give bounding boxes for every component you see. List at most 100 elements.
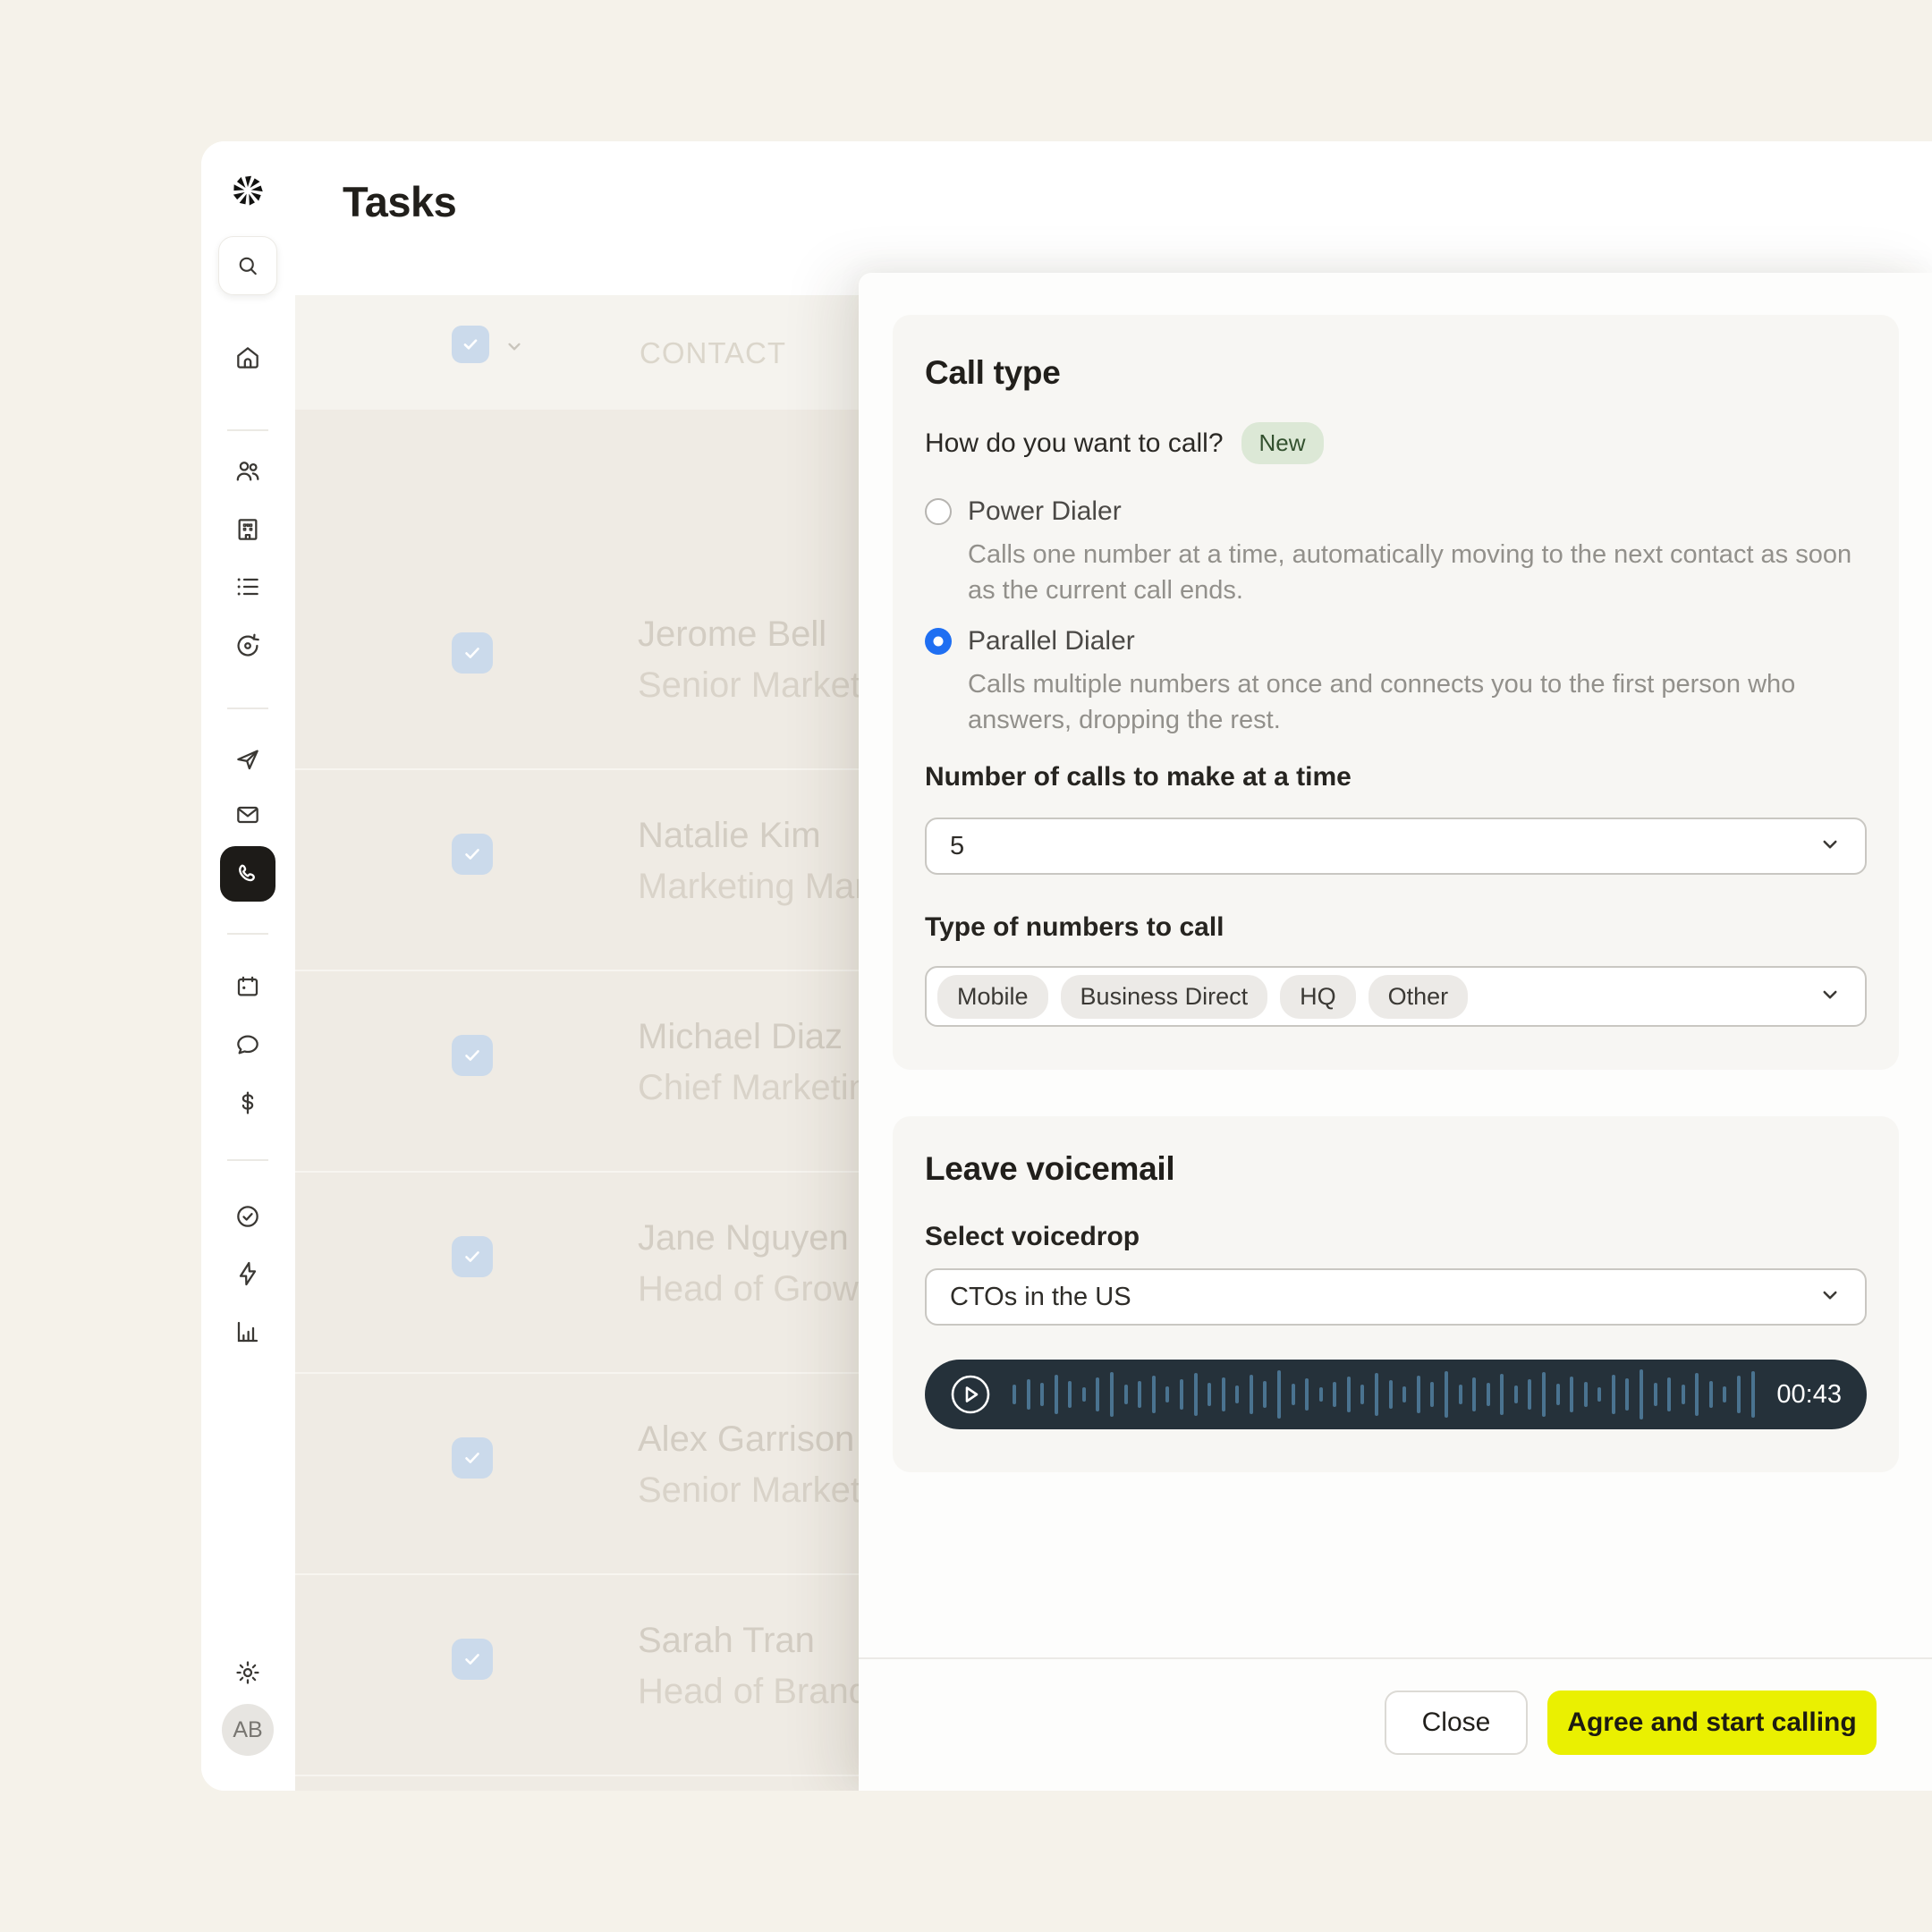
check-icon xyxy=(460,334,481,355)
new-badge: New xyxy=(1241,422,1324,464)
home-icon xyxy=(233,343,262,372)
call-settings-panel: Call type How do you want to call? New P… xyxy=(859,273,1932,1791)
audio-duration: 00:43 xyxy=(1776,1380,1842,1410)
radio-icon[interactable] xyxy=(925,498,952,525)
waveform-bar xyxy=(1709,1381,1713,1408)
row-checkbox[interactable] xyxy=(452,1236,493,1277)
sidebar-item-lists[interactable] xyxy=(233,572,262,601)
sidebar-item-chat[interactable] xyxy=(233,1030,262,1059)
radio-label: Parallel Dialer xyxy=(968,626,1135,657)
sidebar-divider xyxy=(227,1159,268,1161)
num-calls-select[interactable]: 5 xyxy=(925,818,1867,875)
play-button[interactable] xyxy=(950,1374,991,1415)
sidebar-item-deals[interactable] xyxy=(233,1089,262,1117)
sidebar-item-calls-active[interactable] xyxy=(220,846,275,902)
number-type-chip[interactable]: HQ xyxy=(1280,975,1356,1019)
sidebar-divider xyxy=(227,933,268,935)
row-checkbox[interactable] xyxy=(452,632,493,674)
waveform-bar xyxy=(1625,1378,1629,1411)
waveform-bar xyxy=(1612,1375,1615,1414)
select-all-checkbox[interactable] xyxy=(452,326,489,363)
people-icon xyxy=(233,457,262,486)
waveform-bar xyxy=(1597,1387,1601,1402)
waveform-bar xyxy=(1584,1382,1588,1407)
voicedrop-select[interactable]: CTOs in the US xyxy=(925,1268,1867,1326)
number-types-select[interactable]: Mobile Business Direct HQ Other xyxy=(925,966,1867,1027)
number-type-chip[interactable]: Business Direct xyxy=(1061,975,1268,1019)
waveform-bar xyxy=(1737,1376,1741,1413)
check-circle-icon xyxy=(233,1202,262,1231)
waveform-bar xyxy=(1235,1385,1239,1403)
waveform-bar xyxy=(1640,1369,1643,1419)
voicedrop-label: Select voicedrop xyxy=(925,1222,1140,1252)
page-title: Tasks xyxy=(343,177,456,226)
agree-start-calling-button[interactable]: Agree and start calling xyxy=(1547,1690,1877,1755)
waveform-bar xyxy=(1347,1377,1351,1412)
asterisk-logo-icon xyxy=(227,170,268,211)
sidebar-item-sync[interactable] xyxy=(233,631,262,660)
waveform-bar xyxy=(1082,1387,1086,1402)
sidebar-item-tasks[interactable] xyxy=(233,1202,262,1231)
waveform-bar xyxy=(1430,1382,1434,1407)
waveform-bar xyxy=(1556,1384,1560,1405)
screen: AB Tasks CONTACT Jerome BellSenior Marke… xyxy=(0,0,1932,1932)
waveform-bar xyxy=(1277,1370,1281,1419)
close-button[interactable]: Close xyxy=(1385,1690,1528,1755)
waveform-bar xyxy=(1138,1381,1141,1408)
select-all-chevron[interactable] xyxy=(503,335,526,362)
waveform-bar xyxy=(1570,1377,1573,1412)
voicemail-card: Leave voicemail Select voicedrop CTOs in… xyxy=(893,1116,1899,1472)
app-window: AB Tasks CONTACT Jerome BellSenior Marke… xyxy=(201,141,1932,1791)
sidebar-item-calendar[interactable] xyxy=(233,972,262,1001)
sidebar-item-settings[interactable] xyxy=(233,1658,262,1687)
contact-name: Michael Diaz xyxy=(638,1017,843,1057)
sidebar-item-home[interactable] xyxy=(233,343,262,372)
waveform-bar xyxy=(1319,1387,1323,1402)
voicedrop-audio-player: 00:43 xyxy=(925,1360,1867,1429)
contact-name: Natalie Kim xyxy=(638,816,821,856)
row-checkbox[interactable] xyxy=(452,1035,493,1076)
app-logo-icon[interactable] xyxy=(227,170,268,211)
voicedrop-value: CTOs in the US xyxy=(950,1283,1131,1312)
number-type-chip[interactable]: Other xyxy=(1368,975,1469,1019)
avatar[interactable]: AB xyxy=(222,1704,274,1756)
chevron-down-icon xyxy=(1817,831,1843,862)
contact-name: Jane Nguyen xyxy=(638,1218,849,1258)
audio-waveform[interactable] xyxy=(1013,1360,1755,1429)
num-calls-value: 5 xyxy=(950,832,964,861)
gear-icon xyxy=(233,1658,262,1687)
row-checkbox[interactable] xyxy=(452,834,493,875)
waveform-bar xyxy=(1472,1377,1476,1411)
sidebar-item-send[interactable] xyxy=(233,745,262,774)
waveform-bar xyxy=(1305,1378,1309,1411)
waveform-bar xyxy=(1500,1374,1504,1415)
contact-name: Jerome Bell xyxy=(638,614,826,655)
sidebar-item-people[interactable] xyxy=(233,457,262,486)
dollar-icon xyxy=(233,1089,262,1117)
waveform-bar xyxy=(1751,1371,1755,1418)
waveform-bar xyxy=(1194,1373,1198,1416)
search-button[interactable] xyxy=(218,236,277,295)
waveform-bar xyxy=(1695,1373,1699,1416)
call-question-row: How do you want to call? New xyxy=(925,422,1324,464)
sidebar-item-companies[interactable] xyxy=(233,515,262,544)
waveform-bar xyxy=(1542,1372,1546,1417)
contact-name: Alex Garrison xyxy=(638,1419,854,1460)
chat-icon xyxy=(233,1030,262,1059)
sidebar-divider xyxy=(227,708,268,709)
row-checkbox[interactable] xyxy=(452,1437,493,1479)
sidebar: AB xyxy=(201,141,295,1791)
number-type-chip[interactable]: Mobile xyxy=(937,975,1048,1019)
waveform-bar xyxy=(1682,1385,1685,1404)
list-icon xyxy=(233,572,262,601)
radio-icon[interactable] xyxy=(925,628,952,655)
sidebar-item-automations[interactable] xyxy=(233,1259,262,1288)
waveform-bar xyxy=(1654,1383,1657,1406)
sidebar-item-email[interactable] xyxy=(233,801,262,829)
sidebar-divider xyxy=(227,429,268,431)
lightning-icon xyxy=(233,1259,262,1288)
row-checkbox[interactable] xyxy=(452,1639,493,1680)
sidebar-item-reports[interactable] xyxy=(233,1318,262,1346)
waveform-bar xyxy=(1292,1384,1295,1405)
waveform-bar xyxy=(1152,1376,1156,1413)
